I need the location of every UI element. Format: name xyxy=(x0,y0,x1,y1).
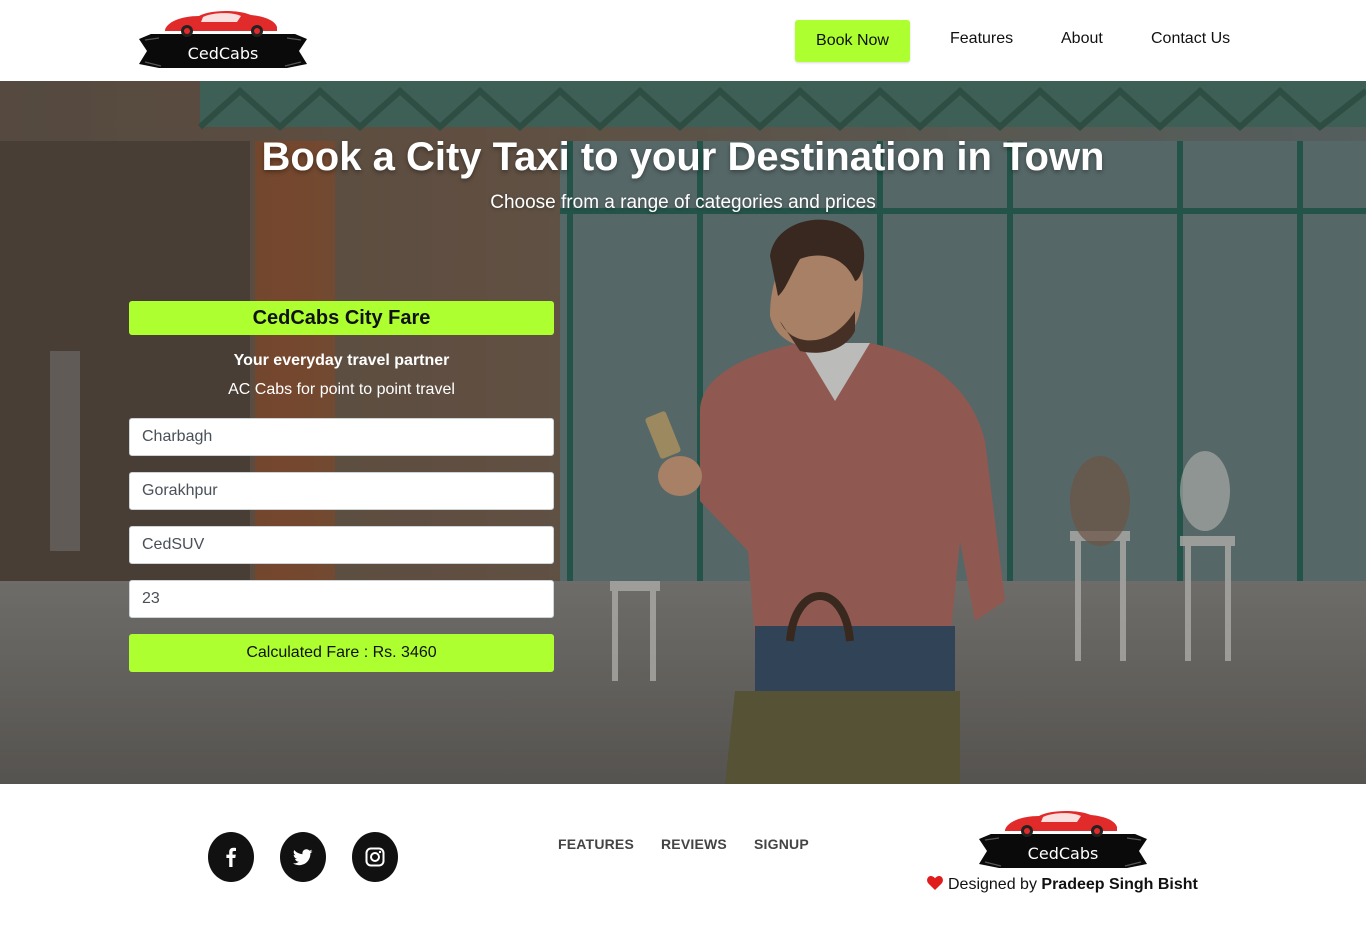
cedcabs-logo[interactable]: CedCabs xyxy=(137,6,309,70)
pickup-location-select[interactable]: Charbagh xyxy=(129,418,554,456)
instagram-icon xyxy=(365,847,385,867)
site-footer: FEATURES REVIEWS SIGNUP CedCabs Designed… xyxy=(0,784,1366,938)
credit-name: Pradeep Singh Bisht xyxy=(1041,876,1198,893)
instagram-link[interactable] xyxy=(352,832,398,882)
footer-link-signup[interactable]: SIGNUP xyxy=(754,836,809,852)
nav-link-contact-us[interactable]: Contact Us xyxy=(1151,30,1230,48)
twitter-link[interactable] xyxy=(280,832,326,882)
twitter-icon xyxy=(293,849,313,866)
cab-type-select[interactable]: CedSUV xyxy=(129,526,554,564)
calculate-fare-button[interactable]: Calculated Fare : Rs. 3460 xyxy=(129,634,554,672)
hero-title: Book a City Taxi to your Destination in … xyxy=(261,135,1105,179)
footer-link-features[interactable]: FEATURES xyxy=(558,836,634,852)
svg-text:CedCabs: CedCabs xyxy=(1028,844,1099,863)
fare-card-heading: CedCabs City Fare xyxy=(129,301,554,335)
fare-card-tagline: Your everyday travel partner xyxy=(233,352,450,369)
nav-link-about[interactable]: About xyxy=(1061,30,1103,48)
heart-icon xyxy=(927,876,943,890)
cedcabs-footer-logo: CedCabs xyxy=(979,810,1147,868)
facebook-icon xyxy=(226,847,236,867)
luggage-weight-input[interactable]: 23 xyxy=(129,580,554,618)
facebook-link[interactable] xyxy=(208,832,254,882)
hero-subtitle: Choose from a range of categories and pr… xyxy=(490,192,876,213)
book-now-button[interactable]: Book Now xyxy=(795,20,910,62)
credit-prefix: Designed by xyxy=(948,876,1037,893)
fare-card-description: AC Cabs for point to point travel xyxy=(228,381,455,398)
top-navbar: CedCabs Book Now Features About Contact … xyxy=(0,0,1366,81)
drop-location-select[interactable]: Gorakhpur xyxy=(129,472,554,510)
nav-link-features[interactable]: Features xyxy=(950,30,1013,48)
designer-credit: Designed by Pradeep Singh Bisht xyxy=(927,876,1198,894)
svg-text:CedCabs: CedCabs xyxy=(188,44,259,63)
footer-link-reviews[interactable]: REVIEWS xyxy=(661,836,727,852)
hero-section: Book a City Taxi to your Destination in … xyxy=(0,81,1366,784)
